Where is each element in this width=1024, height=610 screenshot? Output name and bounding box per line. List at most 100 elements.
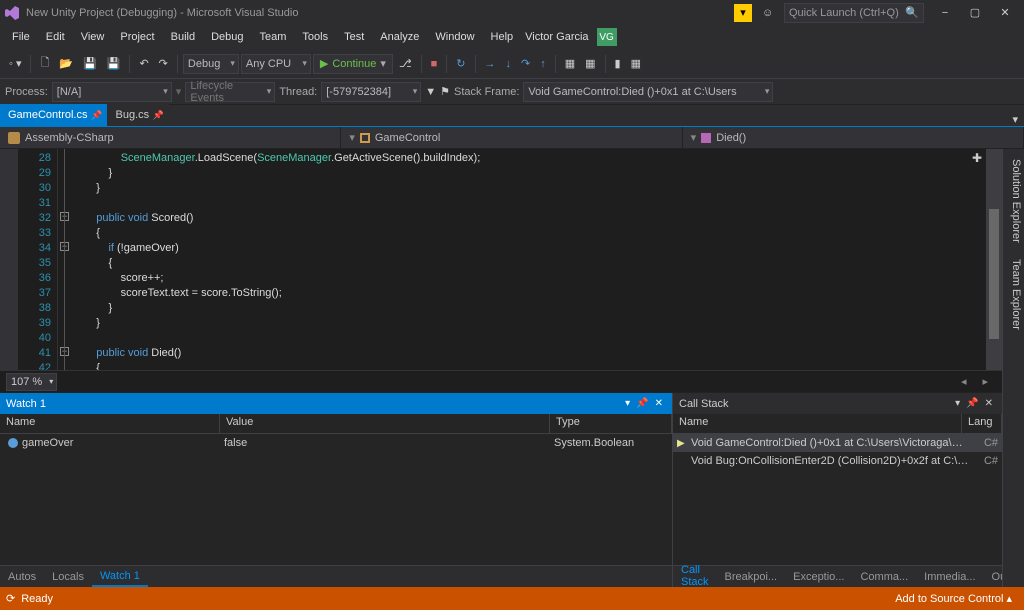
scrollbar-thumb[interactable]	[989, 209, 999, 339]
side-tool-tray: Solution Explorer Team Explorer	[1002, 149, 1024, 587]
hscroll-left-icon[interactable]: ◂	[953, 375, 975, 388]
team-explorer-tab[interactable]: Team Explorer	[1003, 255, 1024, 334]
hscroll-right-icon[interactable]: ▸	[974, 375, 996, 388]
panel-pin-icon[interactable]: 📌	[633, 398, 651, 409]
menu-edit[interactable]: Edit	[38, 28, 73, 46]
solution-explorer-tab[interactable]: Solution Explorer	[1003, 155, 1024, 247]
user-name[interactable]: Victor Garcia	[521, 31, 592, 43]
callstack-panel-titlebar[interactable]: Call Stack ▾ 📌 ✕	[673, 393, 1002, 414]
stop-debug-button[interactable]: ■	[427, 56, 442, 72]
menu-window[interactable]: Window	[427, 28, 482, 46]
lifecycle-dropdown[interactable]: Lifecycle Events	[185, 82, 275, 102]
watch-body[interactable]: gameOver false System.Boolean	[0, 434, 672, 565]
tab-gamecontrol[interactable]: GameControl.cs📌	[0, 104, 107, 126]
menu-debug[interactable]: Debug	[203, 28, 251, 46]
save-button[interactable]: 💾	[79, 55, 101, 72]
thread-filter-button[interactable]: ⚑	[440, 85, 450, 98]
tab-overflow-button[interactable]: ▾	[1006, 113, 1024, 126]
nav-assembly[interactable]: Assembly-CSharp	[0, 127, 341, 148]
menu-build[interactable]: Build	[163, 28, 203, 46]
close-button[interactable]: ✕	[990, 2, 1020, 24]
panel-dropdown-icon[interactable]: ▾	[622, 398, 633, 409]
menu-test[interactable]: Test	[336, 28, 372, 46]
uncomment-button[interactable]: ▦	[581, 55, 599, 72]
menu-tools[interactable]: Tools	[294, 28, 336, 46]
menu-file[interactable]: File	[4, 28, 38, 46]
panel-tab-breakpoi-[interactable]: Breakpoi...	[717, 568, 786, 586]
new-project-button[interactable]: 🗋	[36, 52, 53, 75]
menu-project[interactable]: Project	[112, 28, 162, 46]
save-all-button[interactable]: 💾	[103, 55, 125, 72]
panel-tab-comma-[interactable]: Comma...	[852, 568, 916, 586]
menu-team[interactable]: Team	[252, 28, 295, 46]
open-file-button[interactable]: 📂	[55, 55, 77, 72]
callstack-row[interactable]: Void Bug:OnCollisionEnter2D (Collision2D…	[673, 452, 1002, 470]
method-icon	[701, 133, 711, 143]
callstack-col-name[interactable]: Name	[673, 414, 962, 433]
pin-icon[interactable]: 📌	[153, 110, 164, 121]
restart-button[interactable]: ↻	[452, 55, 469, 72]
attach-button[interactable]: ⎇	[395, 55, 416, 72]
feedback-icon[interactable]: ☺	[762, 7, 778, 19]
code-editor[interactable]: 2829303132333435363738394041424344454647…	[0, 149, 1002, 370]
show-next-statement-button[interactable]: →	[481, 56, 500, 72]
panel-tab-autos[interactable]: Autos	[0, 568, 44, 586]
watch-col-value[interactable]: Value	[220, 414, 550, 433]
nav-member[interactable]: ▾Died()	[683, 127, 1024, 148]
tab-bug[interactable]: Bug.cs📌	[107, 104, 169, 126]
undo-button[interactable]: ↶	[135, 55, 152, 72]
quick-launch-input[interactable]: Quick Launch (Ctrl+Q) 🔍	[784, 3, 924, 23]
panel-tab-immedia-[interactable]: Immedia...	[916, 568, 983, 586]
watch-col-name[interactable]: Name	[0, 414, 220, 433]
maximize-button[interactable]: ▢	[960, 2, 990, 24]
fold-gutter[interactable]: −−−	[58, 149, 72, 370]
stackframe-dropdown[interactable]: Void GameControl:Died ()+0x1 at C:\Users	[523, 82, 773, 102]
panel-tab-locals[interactable]: Locals	[44, 568, 92, 586]
vs-logo-icon	[4, 5, 20, 21]
panel-tab-exceptio-[interactable]: Exceptio...	[785, 568, 852, 586]
continue-button[interactable]: ▶Continue▾	[313, 54, 393, 74]
callstack-col-lang[interactable]: Lang	[962, 414, 1002, 433]
watch-row[interactable]: gameOver false System.Boolean	[0, 434, 672, 452]
process-dropdown[interactable]: [N/A]	[52, 82, 172, 102]
step-into-button[interactable]: ↓	[502, 56, 516, 72]
callstack-row[interactable]: ▶Void GameControl:Died ()+0x1 at C:\User…	[673, 434, 1002, 452]
watch-col-type[interactable]: Type	[550, 414, 672, 433]
menu-view[interactable]: View	[73, 28, 113, 46]
step-over-button[interactable]: ↷	[517, 55, 534, 72]
pin-icon[interactable]: 📌	[91, 110, 102, 121]
callstack-body[interactable]: ▶Void GameControl:Died ()+0x1 at C:\User…	[673, 434, 1002, 565]
panel-close-icon[interactable]: ✕	[652, 398, 666, 409]
thread-dropdown[interactable]: [-579752384]	[321, 82, 421, 102]
vertical-scrollbar[interactable]	[986, 149, 1002, 370]
step-out-button[interactable]: ↑	[536, 56, 550, 72]
status-bar: ⟳ Ready Add to Source Control ▴	[0, 587, 1024, 610]
status-ready: Ready	[21, 593, 53, 605]
breakpoint-gutter[interactable]	[0, 149, 18, 370]
panel-pin-icon[interactable]: 📌	[963, 398, 981, 409]
nav-class[interactable]: ▾GameControl	[341, 127, 682, 148]
redo-button[interactable]: ↷	[155, 55, 172, 72]
split-view-button[interactable]: ✚	[972, 151, 982, 165]
callstack-tab-strip: Call StackBreakpoi...Exceptio...Comma...…	[673, 565, 1002, 587]
thread-label: Thread:	[279, 86, 317, 98]
minimize-button[interactable]: −	[930, 2, 960, 24]
user-avatar-badge[interactable]: VG	[597, 28, 617, 46]
panel-dropdown-icon[interactable]: ▾	[952, 398, 963, 409]
menu-analyze[interactable]: Analyze	[372, 28, 427, 46]
bookmark-button[interactable]: ▮	[611, 55, 625, 72]
add-to-source-control-button[interactable]: Add to Source Control ▴	[889, 592, 1018, 605]
nav-back-button[interactable]: ◦ ▾	[5, 55, 25, 72]
find-button[interactable]: ▦	[627, 55, 645, 72]
panel-close-icon[interactable]: ✕	[982, 398, 996, 409]
menu-help[interactable]: Help	[483, 28, 522, 46]
comment-button[interactable]: ▦	[561, 55, 579, 72]
code-body[interactable]: SceneManager.LoadScene(SceneManager.GetA…	[72, 149, 986, 370]
panel-tab-watch-1[interactable]: Watch 1	[92, 567, 148, 587]
zoom-dropdown[interactable]: 107 %	[6, 373, 57, 391]
platform-dropdown[interactable]: Any CPU	[241, 54, 311, 74]
configuration-dropdown[interactable]: Debug	[183, 54, 239, 74]
thread-flags-button[interactable]: ▼	[425, 86, 436, 98]
notification-flag-icon[interactable]: ▾	[734, 4, 752, 22]
watch-panel-titlebar[interactable]: Watch 1 ▾ 📌 ✕	[0, 393, 672, 414]
